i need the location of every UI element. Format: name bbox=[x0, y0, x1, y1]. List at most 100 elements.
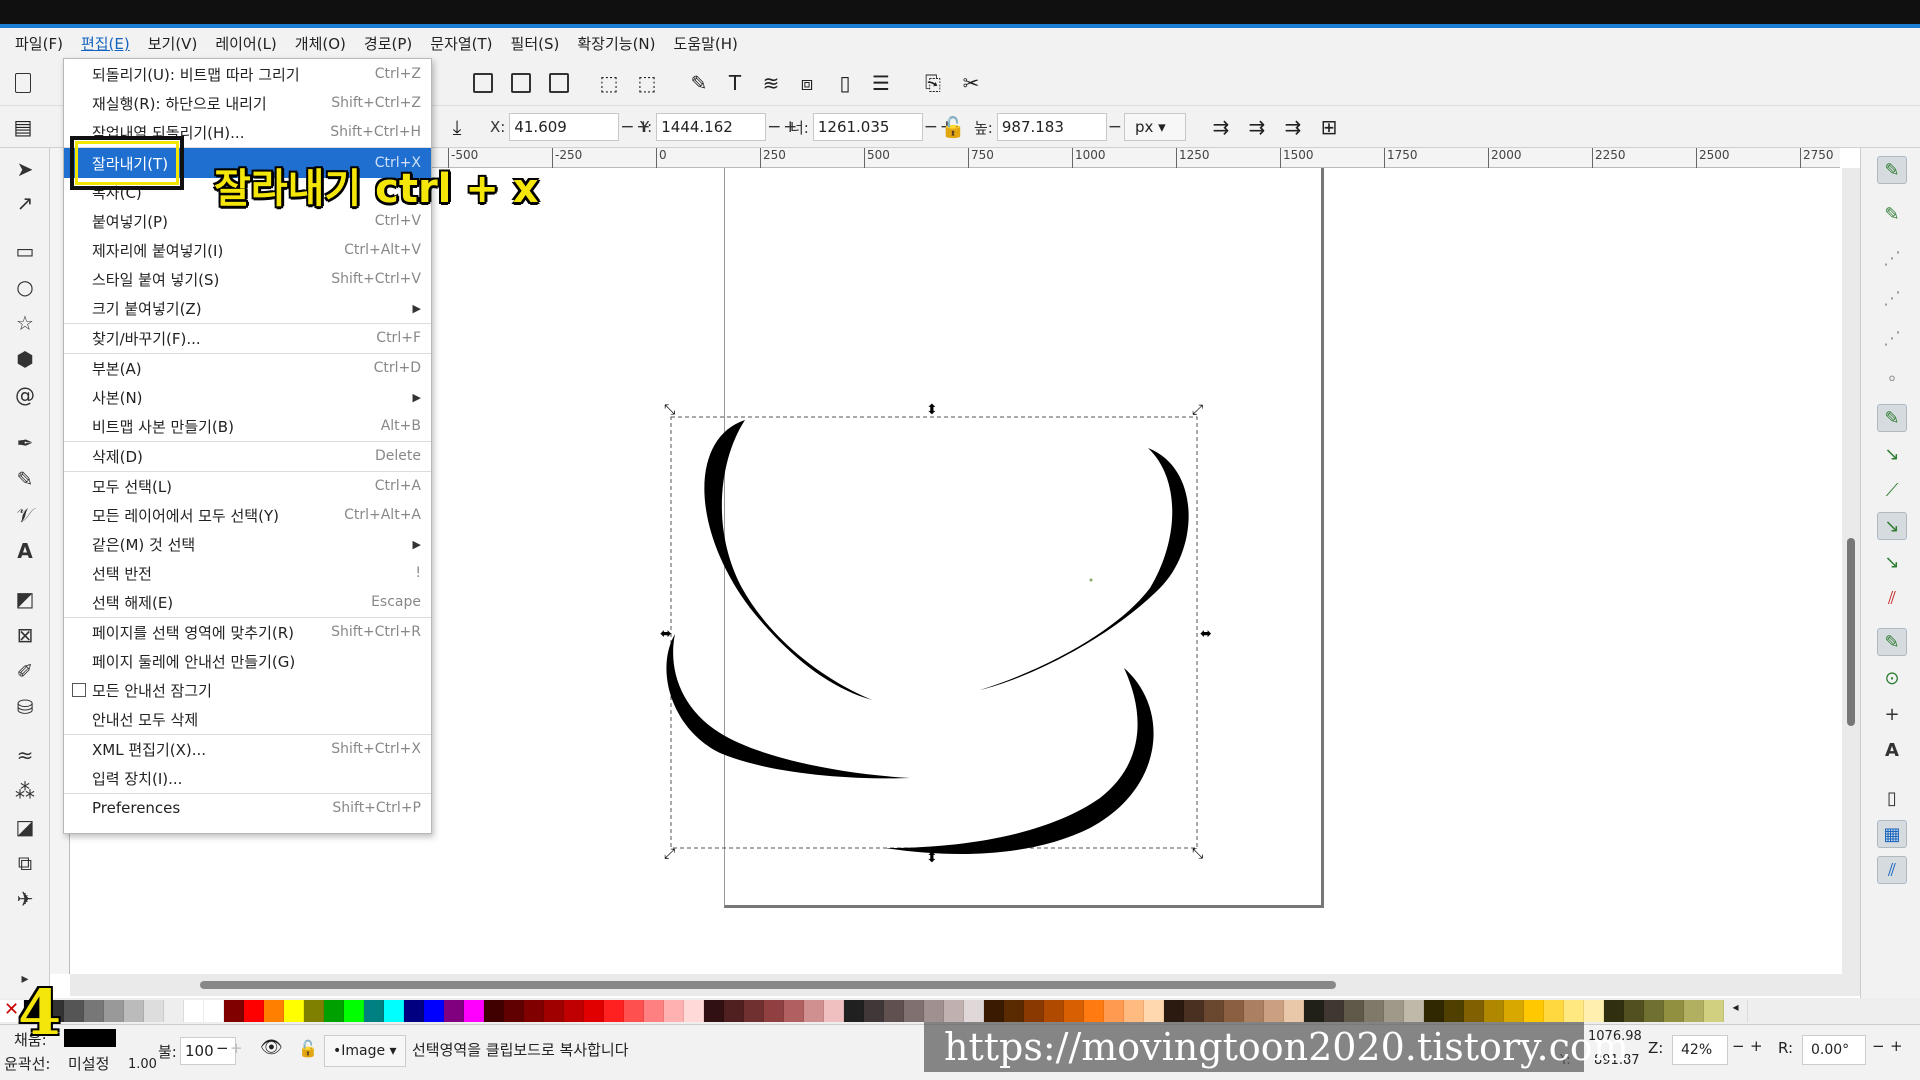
menu-item-preferences[interactable]: Preferences Shift+Ctrl+P bbox=[64, 794, 431, 822]
menu-item-paste-size[interactable]: 크기 붙여넣기(Z) ▶ bbox=[64, 294, 431, 322]
palette-swatch[interactable] bbox=[1124, 1000, 1144, 1022]
snap-grid-icon[interactable]: ▦ bbox=[1877, 820, 1907, 848]
align-distribute-icon[interactable]: ☰ bbox=[866, 68, 896, 98]
menu-object[interactable]: 개체(O) bbox=[286, 28, 355, 60]
palette-swatch[interactable] bbox=[1324, 1000, 1344, 1022]
palette-swatch[interactable] bbox=[404, 1000, 424, 1022]
menu-help[interactable]: 도움말(H) bbox=[665, 28, 747, 60]
snap-cusp-icon[interactable]: ↘ bbox=[1877, 512, 1907, 540]
clone-icon[interactable] bbox=[544, 68, 574, 98]
height-decrement-button[interactable]: − bbox=[1107, 117, 1123, 137]
unit-select[interactable]: px ▾ bbox=[1124, 113, 1186, 141]
snap-nodes-icon[interactable]: ✎ bbox=[1877, 404, 1907, 432]
menu-item-select-same[interactable]: 같은(M) 것 선택 ▶ bbox=[64, 530, 431, 558]
select-all-icon[interactable]: ▤ bbox=[8, 112, 38, 142]
palette-swatch[interactable] bbox=[324, 1000, 344, 1022]
snap-path-icon[interactable]: ↘ bbox=[1877, 440, 1907, 468]
menu-item-invert-selection[interactable]: 선택 반전! bbox=[64, 559, 431, 587]
y-input[interactable]: 1444.162 bbox=[656, 113, 767, 141]
menu-item-redo[interactable]: 재실행(R): 하단으로 내리기 Shift+Ctrl+Z bbox=[64, 89, 431, 117]
palette-swatch[interactable] bbox=[1604, 1000, 1624, 1022]
menu-item-undo[interactable]: 되돌리기(U): 비트맵 따라 그리기 Ctrl+Z bbox=[64, 60, 431, 88]
vertical-scrollbar[interactable] bbox=[1842, 168, 1860, 974]
palette-swatch[interactable] bbox=[1364, 1000, 1384, 1022]
palette-swatch[interactable] bbox=[1564, 1000, 1584, 1022]
zoom-drawing-icon[interactable]: ⬚ bbox=[632, 68, 662, 98]
document-properties-icon[interactable]: ⎘ bbox=[918, 68, 948, 98]
palette-swatch[interactable] bbox=[1164, 1000, 1184, 1022]
scale-stroke-icon[interactable]: ⇉ bbox=[1206, 112, 1236, 142]
object-properties-icon[interactable]: ▯ bbox=[830, 68, 860, 98]
menu-item-deselect[interactable]: 선택 해제(E) Escape bbox=[64, 588, 431, 616]
palette-swatch[interactable] bbox=[1524, 1000, 1544, 1022]
palette-swatch[interactable] bbox=[1584, 1000, 1604, 1022]
palette-swatch[interactable] bbox=[1384, 1000, 1404, 1022]
palette-swatch[interactable] bbox=[924, 1000, 944, 1022]
menu-item-create-guides-around-page[interactable]: 페이지 둘레에 안내선 만들기(G) bbox=[64, 647, 431, 675]
x-decrement-button[interactable]: − bbox=[619, 117, 635, 137]
palette-swatch[interactable] bbox=[1104, 1000, 1124, 1022]
pen-tool-icon[interactable]: ✒ bbox=[10, 428, 40, 458]
palette-swatch[interactable] bbox=[824, 1000, 844, 1022]
vertical-scroll-thumb[interactable] bbox=[1847, 538, 1855, 726]
palette-swatch[interactable] bbox=[664, 1000, 684, 1022]
selector-tool-icon[interactable]: ➤ bbox=[10, 154, 40, 184]
palette-swatch[interactable] bbox=[804, 1000, 824, 1022]
palette-swatch[interactable] bbox=[104, 1000, 124, 1022]
layer-lock-icon[interactable]: 🔓 bbox=[298, 1039, 318, 1058]
palette-swatch[interactable] bbox=[1424, 1000, 1444, 1022]
lower-to-bottom-icon[interactable]: ⤓ bbox=[442, 112, 472, 142]
menu-item-resize-page-to-selection[interactable]: 페이지를 선택 영역에 맞추기(R) Shift+Ctrl+R bbox=[64, 618, 431, 646]
scale-corners-icon[interactable]: ⇉ bbox=[1242, 112, 1272, 142]
snap-bbox-corner-icon[interactable]: ⋰ bbox=[1877, 284, 1907, 312]
palette-swatch[interactable] bbox=[844, 1000, 864, 1022]
palette-swatch[interactable] bbox=[1484, 1000, 1504, 1022]
menu-file[interactable]: 파일(F) bbox=[6, 28, 72, 60]
rectangle-tool-icon[interactable]: ▭ bbox=[10, 236, 40, 266]
menu-view[interactable]: 보기(V) bbox=[139, 28, 207, 60]
palette-swatch[interactable] bbox=[204, 1000, 224, 1022]
palette-swatch[interactable] bbox=[444, 1000, 464, 1022]
new-document-icon[interactable] bbox=[8, 68, 38, 98]
menu-path[interactable]: 경로(P) bbox=[355, 28, 421, 60]
zoom-input[interactable]: 42% bbox=[1672, 1035, 1728, 1065]
snap-object-center-icon[interactable]: ⊙ bbox=[1877, 664, 1907, 692]
palette-swatch[interactable] bbox=[1184, 1000, 1204, 1022]
stroke-width-value[interactable]: 1.00 bbox=[128, 1057, 157, 1072]
palette-swatch[interactable] bbox=[1304, 1000, 1324, 1022]
palette-swatch[interactable] bbox=[364, 1000, 384, 1022]
pencil-tool-icon[interactable]: ✎ bbox=[10, 464, 40, 494]
opacity-increment-button[interactable]: + bbox=[230, 1039, 243, 1057]
palette-swatch[interactable] bbox=[944, 1000, 964, 1022]
palette-swatch[interactable] bbox=[464, 1000, 484, 1022]
snap-intersection-icon[interactable]: ⟋ bbox=[1877, 476, 1907, 504]
move-gradients-icon[interactable]: ⇉ bbox=[1278, 112, 1308, 142]
y-decrement-button[interactable]: − bbox=[766, 117, 782, 137]
palette-swatch[interactable] bbox=[1144, 1000, 1164, 1022]
measure-tool-icon[interactable]: ✈ bbox=[10, 884, 40, 914]
snap-bbox-midpoint-icon[interactable]: ⋰ bbox=[1877, 324, 1907, 352]
menu-layer[interactable]: 레이어(L) bbox=[206, 28, 285, 60]
palette-swatch[interactable] bbox=[484, 1000, 504, 1022]
snap-bbox-icon[interactable]: ✎ bbox=[1877, 200, 1907, 228]
eraser-tool-icon[interactable]: ◪ bbox=[10, 812, 40, 842]
snap-others-icon[interactable]: ✎ bbox=[1877, 628, 1907, 656]
height-input[interactable]: 987.183 bbox=[996, 113, 1107, 141]
palette-swatch[interactable] bbox=[764, 1000, 784, 1022]
palette-swatch[interactable] bbox=[604, 1000, 624, 1022]
palette-swatch[interactable] bbox=[1544, 1000, 1564, 1022]
node-tool-icon[interactable]: ↗ bbox=[10, 188, 40, 218]
palette-swatch[interactable] bbox=[1464, 1000, 1484, 1022]
box3d-tool-icon[interactable]: ⬢ bbox=[10, 344, 40, 374]
x-input[interactable]: 41.609 bbox=[509, 113, 620, 141]
snap-smooth-icon[interactable]: ↘ bbox=[1877, 548, 1907, 576]
palette-swatch[interactable] bbox=[504, 1000, 524, 1022]
palette-swatch[interactable] bbox=[84, 1000, 104, 1022]
lock-ratio-icon[interactable]: 🔓 bbox=[938, 112, 968, 142]
palette-swatch[interactable] bbox=[624, 1000, 644, 1022]
palette-swatch[interactable] bbox=[904, 1000, 924, 1022]
menu-item-select-all-in-all-layers[interactable]: 모든 레이어에서 모두 선택(Y) Ctrl+Alt+A bbox=[64, 501, 431, 529]
zoom-increment-button[interactable]: + bbox=[1750, 1037, 1763, 1055]
horizontal-scrollbar[interactable] bbox=[70, 974, 1860, 996]
palette-swatch[interactable] bbox=[784, 1000, 804, 1022]
